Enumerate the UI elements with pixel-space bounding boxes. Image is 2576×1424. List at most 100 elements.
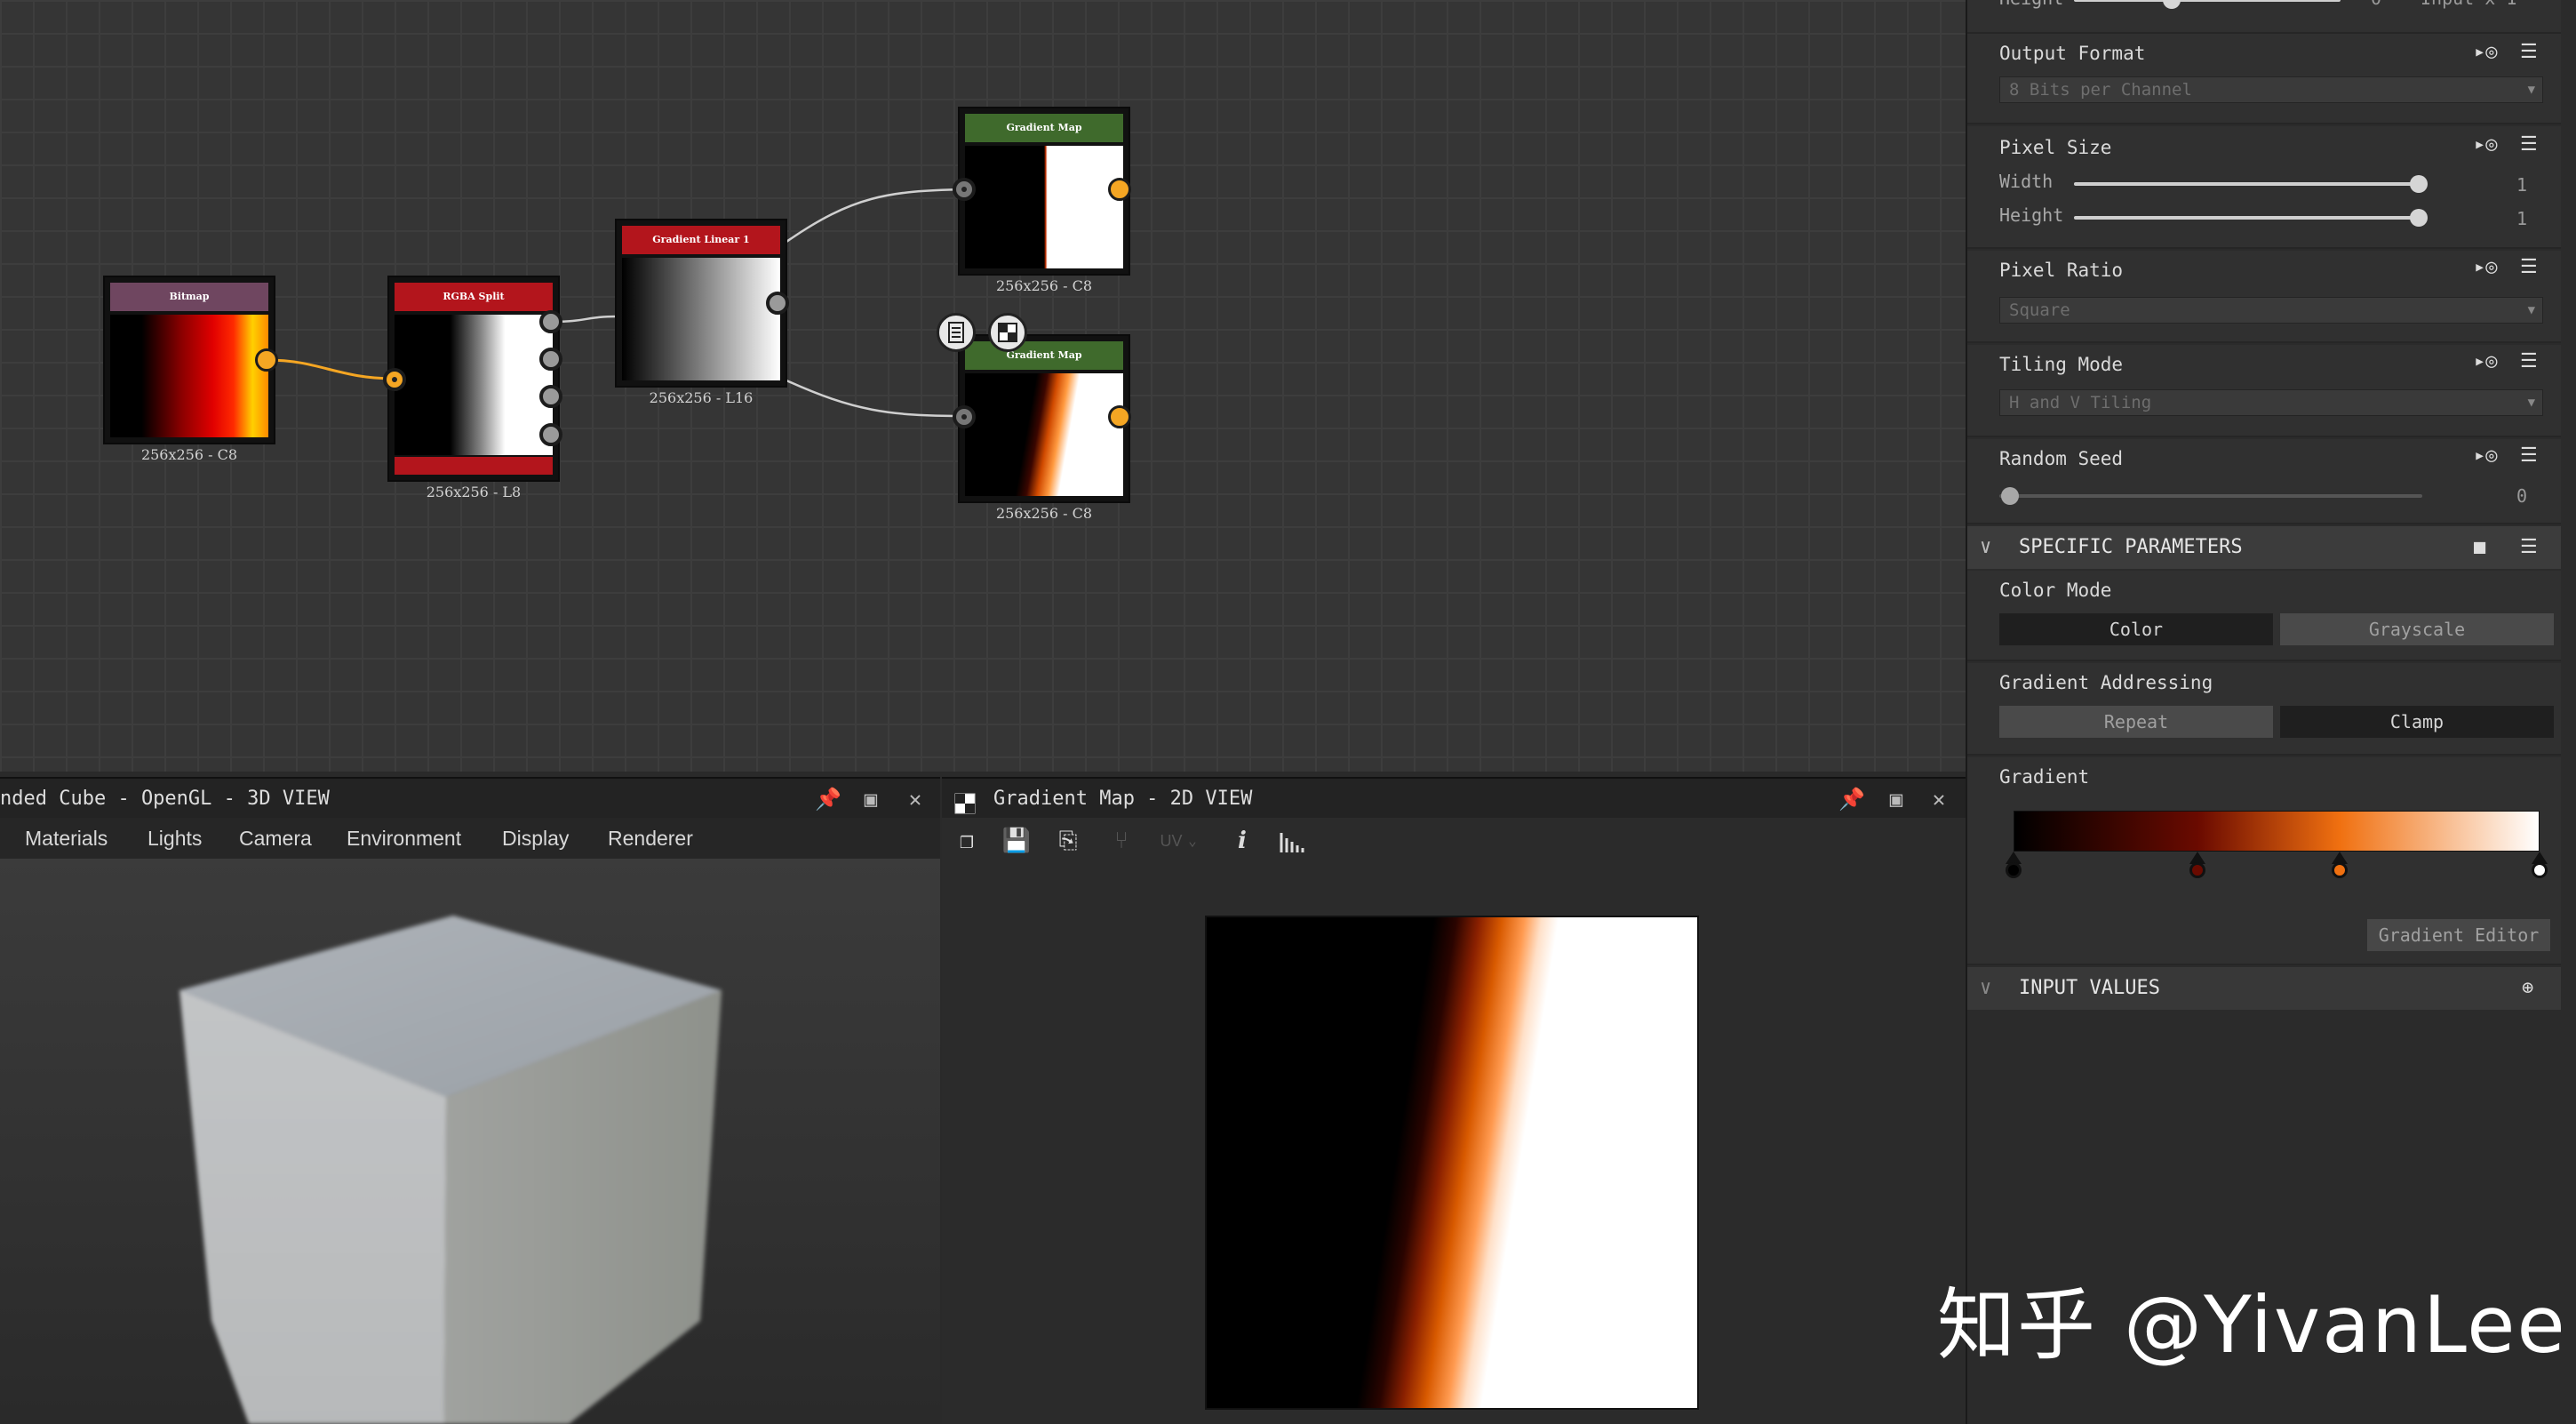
height-slider-track[interactable] (2074, 216, 2422, 220)
width-slider-thumb[interactable] (2410, 175, 2428, 193)
addressing-repeat-button[interactable]: Repeat (1999, 706, 2273, 738)
height-label: Height (1999, 204, 2064, 226)
tiling-mode-dropdown[interactable]: H and V Tiling ▼ (1999, 389, 2543, 416)
output-port[interactable] (766, 292, 789, 315)
menu-environment[interactable]: Environment (347, 818, 461, 859)
color-mode-color-button[interactable]: Color (1999, 613, 2273, 645)
add-icon[interactable]: ⊕ (2522, 967, 2533, 1010)
cube-render (179, 916, 722, 1424)
width-slider-track[interactable] (2074, 182, 2422, 186)
input-port[interactable] (953, 178, 976, 201)
menu-icon[interactable]: ☰ (2520, 133, 2538, 156)
menu-icon[interactable]: ☰ (2520, 526, 2538, 569)
chevron-down-icon: ∨ (1980, 536, 1992, 558)
share-icon[interactable]: ⑂ (1104, 823, 1139, 859)
node-graph[interactable]: Bitmap 256x256 - C8 RGBA Split 256x256 -… (0, 0, 1966, 772)
color-mode-grayscale-button[interactable]: Grayscale (2280, 613, 2554, 645)
specific-parameters-title: SPECIFIC PARAMETERS (2019, 536, 2243, 558)
pixel-ratio-dropdown[interactable]: Square ▼ (1999, 297, 2543, 324)
pixel-ratio-section: Pixel Ratio ▸◎ ☰ Square ▼ (1967, 251, 2561, 343)
menu-display[interactable]: Display (502, 818, 569, 859)
inherit-icon[interactable]: ▸◎ (2474, 41, 2498, 63)
input-values-header[interactable]: ∨ INPUT VALUES ⊕ (1967, 967, 2561, 1010)
random-seed-slider-track[interactable] (1999, 494, 2422, 498)
random-seed-value: 0 (2516, 485, 2528, 507)
section-icons: ▸◎ ☰ (2470, 133, 2550, 164)
pixel-size-section: Pixel Size ▸◎ ☰ Width 1 Height 1 (1967, 126, 2561, 249)
input-port[interactable] (953, 405, 976, 428)
inherit-icon[interactable]: ▸◎ (2474, 350, 2498, 372)
node-resolution: 256x256 - C8 (995, 505, 1093, 522)
chevron-down-icon[interactable]: ⌄ (1175, 823, 1210, 859)
pixel-size-label: Pixel Size (1999, 137, 2112, 158)
view3d-viewport[interactable] (0, 859, 940, 1424)
output-port[interactable] (1108, 178, 1131, 201)
pin-icon[interactable]: 📌 (1834, 779, 1870, 820)
node-gradient-map-1[interactable]: Gradient Map (958, 107, 1130, 276)
maximize-icon[interactable]: ▣ (853, 779, 889, 820)
menu-lights[interactable]: Lights (148, 818, 202, 859)
histogram-icon[interactable] (1274, 823, 1310, 859)
inherit-icon[interactable]: ▸◎ (2474, 133, 2498, 156)
info-icon[interactable]: i (1224, 823, 1260, 859)
chevron-down-icon: ∨ (1980, 977, 1992, 999)
checker-icon (954, 788, 976, 814)
output-port[interactable] (255, 348, 278, 372)
checker-icon[interactable] (988, 313, 1027, 352)
gradient-addressing-section: Gradient Addressing Repeat Clamp (1967, 663, 2561, 756)
specific-parameters-header[interactable]: ∨ SPECIFIC PARAMETERS ■ ☰ (1967, 526, 2561, 569)
doc-icon[interactable] (937, 313, 976, 352)
save-icon[interactable]: 💾 (999, 823, 1034, 859)
menu-icon[interactable]: ☰ (2520, 41, 2538, 63)
close-icon[interactable]: ✕ (1921, 779, 1957, 820)
copy-icon[interactable]: ⎘ (1050, 823, 1086, 859)
random-seed-slider-thumb[interactable] (2001, 487, 2019, 505)
gradient-label: Gradient (1999, 766, 2090, 788)
bookmark-icon[interactable]: ■ (2474, 526, 2485, 569)
view2d-viewport[interactable] (942, 864, 1966, 1424)
node-title: RGBA Split (395, 283, 553, 311)
view2d-title: Gradient Map - 2D VIEW (993, 788, 1253, 810)
height-slider-thumb[interactable] (2163, 0, 2181, 9)
input-port[interactable] (383, 368, 406, 391)
menu-icon[interactable]: ☰ (2520, 444, 2538, 467)
output-format-dropdown[interactable]: 8 Bits per Channel ▼ (1999, 76, 2543, 103)
random-seed-label: Random Seed (1999, 448, 2124, 469)
output-port-b[interactable] (539, 385, 562, 408)
view2d-toolbar: ❐ 💾 ⎘ ⑂ UV ⌄ i (942, 818, 1966, 864)
height-slider-track[interactable] (2074, 0, 2341, 2)
wire-bitmap-to-split (266, 358, 395, 380)
gradient-editor-button[interactable]: Gradient Editor (2367, 919, 2550, 951)
export-icon[interactable]: ❐ (949, 823, 985, 859)
texture-preview (1205, 916, 1699, 1410)
output-port-g[interactable] (539, 348, 562, 371)
node-thumbnail (965, 373, 1123, 496)
inherit-icon[interactable]: ▸◎ (2474, 444, 2498, 467)
menu-renderer[interactable]: Renderer (608, 818, 693, 859)
node-bitmap[interactable]: Bitmap (103, 276, 275, 444)
output-port[interactable] (1108, 405, 1131, 428)
node-title: Gradient Linear 1 (622, 226, 780, 254)
inherit-icon[interactable]: ▸◎ (2474, 256, 2498, 278)
node-thumbnail (965, 146, 1123, 268)
menu-materials[interactable]: Materials (25, 818, 108, 859)
chevron-down-icon: ▼ (2527, 303, 2535, 317)
addressing-clamp-button[interactable]: Clamp (2280, 706, 2554, 738)
height-slider-thumb[interactable] (2410, 209, 2428, 227)
node-gradient-map-2[interactable]: Gradient Map (958, 334, 1130, 503)
view2d-header: Gradient Map - 2D VIEW 📌 ▣ ✕ (942, 777, 1966, 818)
menu-icon[interactable]: ☰ (2520, 350, 2538, 372)
node-gradient-linear[interactable]: Gradient Linear 1 (615, 219, 787, 388)
output-port-a[interactable] (539, 423, 562, 446)
height-value: 0 (2371, 0, 2381, 9)
node-resolution: 256x256 - L16 (649, 389, 754, 406)
node-rgba-split[interactable]: RGBA Split (387, 276, 560, 482)
close-icon[interactable]: ✕ (897, 779, 933, 820)
tiling-mode-label: Tiling Mode (1999, 354, 2124, 375)
maximize-icon[interactable]: ▣ (1878, 779, 1914, 820)
pin-icon[interactable]: 📌 (810, 779, 846, 820)
output-port-r[interactable] (539, 310, 562, 333)
gradient-ramp[interactable] (2014, 811, 2540, 852)
menu-icon[interactable]: ☰ (2520, 256, 2538, 278)
menu-camera[interactable]: Camera (239, 818, 312, 859)
